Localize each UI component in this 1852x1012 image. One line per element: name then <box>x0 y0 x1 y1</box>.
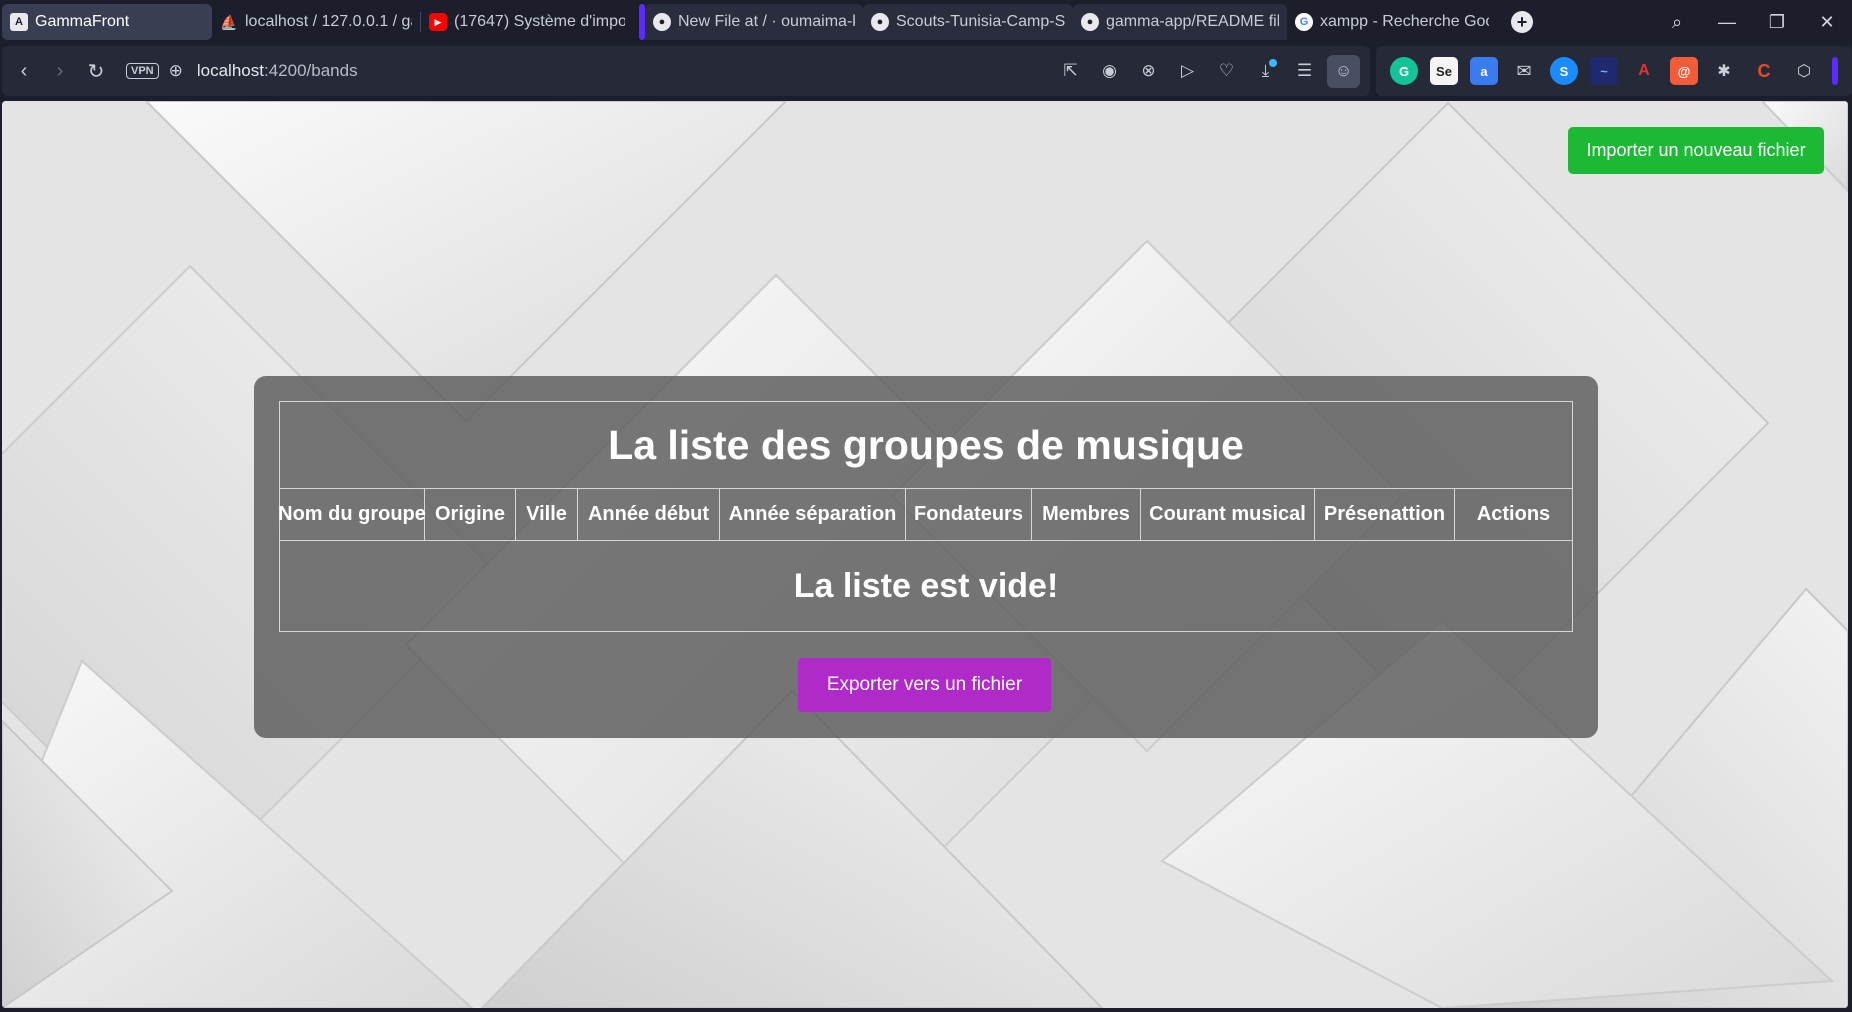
column-header: Année début <box>578 489 720 540</box>
tab-github-newfile[interactable]: ● New File at / · oumaima-k <box>645 4 863 40</box>
share-icon[interactable]: ⇱ <box>1054 55 1087 88</box>
close-icon[interactable]: ✕ <box>1802 12 1852 33</box>
sidebar-accent-bar <box>1832 57 1838 85</box>
phpmyadmin-icon: ⛵ <box>220 13 238 30</box>
url-path: :4200/bands <box>263 61 358 80</box>
tab-gammafront[interactable]: A GammaFront <box>2 4 212 40</box>
forward-arrow-icon[interactable]: › <box>42 60 78 83</box>
cube-icon[interactable]: ⬡ <box>1790 57 1818 85</box>
url-field[interactable]: localhost:4200/bands <box>197 61 358 81</box>
address-bar: ‹ › ↻ VPN ⊕ localhost:4200/bands ⇱ ◉ ⊗ ▷… <box>2 46 1370 96</box>
new-tab-plus-icon[interactable]: + <box>1511 11 1533 33</box>
shazam-icon[interactable]: S <box>1550 57 1578 85</box>
column-header: Ville <box>516 489 578 540</box>
column-header: Origine <box>425 489 516 540</box>
tab-github-scouts[interactable]: ● Scouts-Tunisia-Camp-Syst <box>863 4 1073 40</box>
bug-icon[interactable]: ✱ <box>1710 57 1738 85</box>
heart-icon[interactable]: ♡ <box>1210 55 1243 88</box>
block-icon[interactable]: ⊗ <box>1132 55 1165 88</box>
table-title: La liste des groupes de musique <box>280 402 1572 489</box>
column-header: Courant musical <box>1141 489 1315 540</box>
minimize-icon[interactable]: — <box>1702 12 1752 33</box>
download-icon[interactable]: ⤓ <box>1249 55 1282 88</box>
send-icon[interactable]: ▷ <box>1171 55 1204 88</box>
selenium-icon[interactable]: Se <box>1430 57 1458 85</box>
table-header-row: Nom du groupe Origine Ville Année début … <box>278 489 1572 541</box>
github-icon: ● <box>1081 13 1099 31</box>
extensions-bar: G Se a ✉ S ~ A @ ✱ C ⬡ <box>1376 46 1852 96</box>
github-icon: ● <box>871 13 889 31</box>
navigation-bar: ‹ › ↻ VPN ⊕ localhost:4200/bands ⇱ ◉ ⊗ ▷… <box>0 46 1852 98</box>
tab-strip: A GammaFront ⛵ localhost / 127.0.0.1 / g… <box>0 0 1852 44</box>
c-extension-icon[interactable]: C <box>1750 57 1778 85</box>
back-arrow-icon[interactable]: ‹ <box>6 60 42 83</box>
tab-google-search[interactable]: G xampp - Recherche Googl <box>1287 4 1497 40</box>
tab-github-readme[interactable]: ● gamma-app/README file <box>1073 4 1287 40</box>
export-file-button[interactable]: Exporter vers un fichier <box>798 658 1051 712</box>
column-header: Présenattion <box>1315 489 1455 540</box>
youtube-icon: ▶ <box>429 13 447 31</box>
wave-icon[interactable]: ~ <box>1590 57 1618 85</box>
settings-sliders-icon[interactable]: ☰ <box>1288 55 1321 88</box>
column-header: Fondateurs <box>906 489 1032 540</box>
column-header: Nom du groupe <box>278 489 426 540</box>
angular-devtools-icon[interactable]: A <box>1630 57 1658 85</box>
page-viewport: Importer un nouveau fichier La liste des… <box>2 101 1848 1008</box>
camera-icon[interactable]: ◉ <box>1093 55 1126 88</box>
bands-panel: La liste des groupes de musique Nom du g… <box>254 376 1598 738</box>
download-notification-dot <box>1269 58 1277 67</box>
angular-icon: A <box>10 13 28 31</box>
google-icon: G <box>1295 13 1313 31</box>
tab-youtube[interactable]: ▶ (17647) Système d'import <box>421 4 633 40</box>
globe-icon: ⊕ <box>168 61 183 80</box>
url-host: localhost <box>196 61 264 80</box>
tab-phpmyadmin[interactable]: ⛵ localhost / 127.0.0.1 / gam <box>212 4 420 40</box>
column-header: Année séparation <box>720 489 906 540</box>
window-controls: ⌕ — ❐ ✕ <box>1652 0 1852 44</box>
mail-icon[interactable]: ✉ <box>1510 57 1538 85</box>
tab-list: A GammaFront ⛵ localhost / 127.0.0.1 / g… <box>0 0 1533 44</box>
rss-icon[interactable]: @ <box>1670 57 1698 85</box>
empty-list-message: La liste est vide! <box>793 566 1059 605</box>
restore-icon[interactable]: ❐ <box>1752 12 1802 33</box>
translate-icon[interactable]: a <box>1470 57 1498 85</box>
import-file-button[interactable]: Importer un nouveau fichier <box>1568 127 1824 174</box>
reload-icon[interactable]: ↻ <box>78 59 114 84</box>
column-header: Membres <box>1032 489 1141 540</box>
vpn-badge[interactable]: VPN <box>126 63 159 79</box>
profile-icon[interactable]: ☺ <box>1327 54 1360 88</box>
grammarly-icon[interactable]: G <box>1390 57 1418 85</box>
bands-table: La liste des groupes de musique Nom du g… <box>278 401 1573 632</box>
column-header: Actions <box>1476 503 1551 525</box>
github-icon: ● <box>653 13 671 31</box>
address-bar-actions: ⇱ ◉ ⊗ ▷ ♡ ⤓ ☰ ☺ <box>1054 46 1360 96</box>
search-tabs-icon[interactable]: ⌕ <box>1652 12 1702 33</box>
